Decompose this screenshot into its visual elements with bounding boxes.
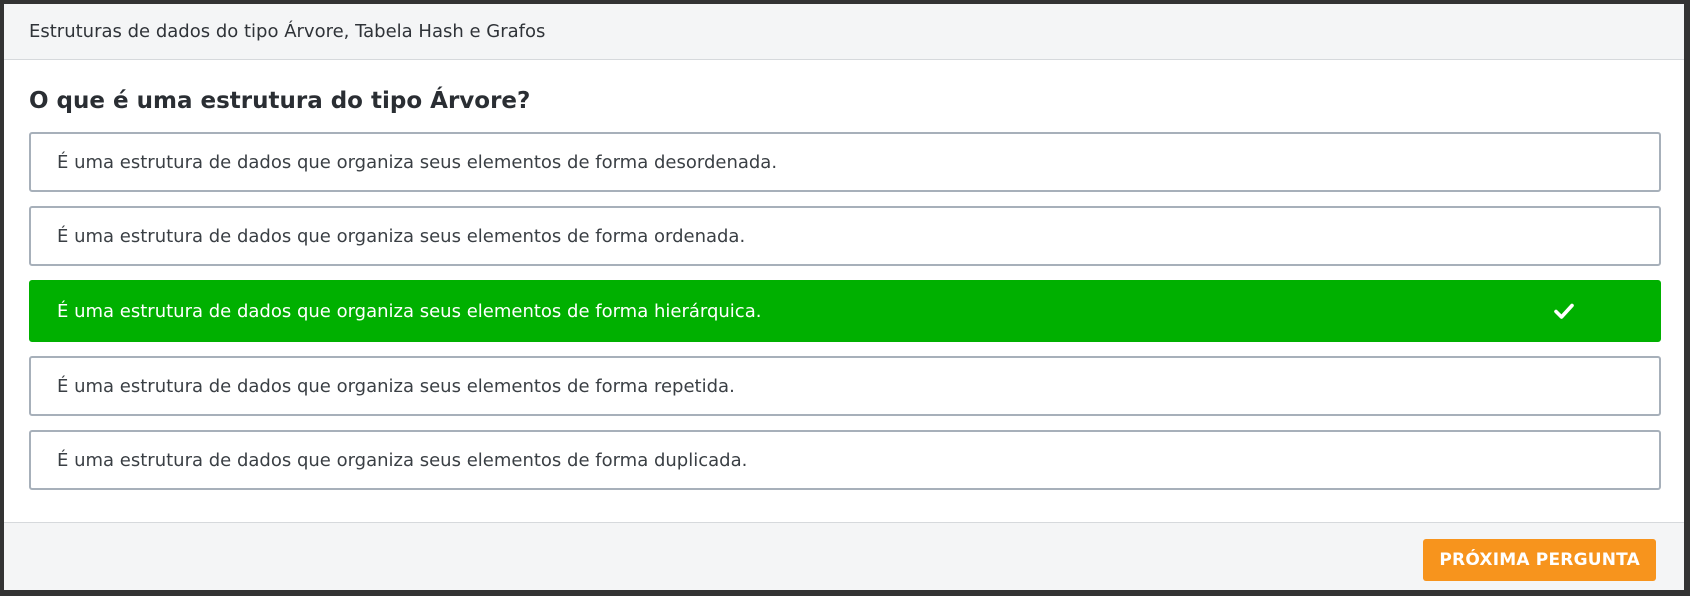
question-text: O que é uma estrutura do tipo Árvore?	[29, 88, 531, 114]
answer-option-label: É uma estrutura de dados que organiza se…	[57, 151, 778, 173]
quiz-body: O que é uma estrutura do tipo Árvore? É …	[4, 60, 1684, 522]
quiz-footer: PRÓXIMA PERGUNTA	[4, 522, 1684, 590]
answer-option-label: É uma estrutura de dados que organiza se…	[57, 449, 748, 471]
quiz-card: Estruturas de dados do tipo Árvore, Tabe…	[4, 4, 1684, 590]
answer-option-label: É uma estrutura de dados que organiza se…	[57, 225, 746, 247]
answer-option-label: É uma estrutura de dados que organiza se…	[57, 300, 762, 322]
answer-option-5[interactable]: É uma estrutura de dados que organiza se…	[29, 430, 1661, 490]
answer-option-4[interactable]: É uma estrutura de dados que organiza se…	[29, 356, 1661, 416]
answer-option-1[interactable]: É uma estrutura de dados que organiza se…	[29, 132, 1661, 192]
check-icon	[1553, 300, 1575, 322]
answer-option-2[interactable]: É uma estrutura de dados que organiza se…	[29, 206, 1661, 266]
course-title: Estruturas de dados do tipo Árvore, Tabe…	[29, 21, 546, 42]
next-question-button[interactable]: PRÓXIMA PERGUNTA	[1423, 539, 1656, 581]
answer-option-label: É uma estrutura de dados que organiza se…	[57, 375, 735, 397]
answer-options: É uma estrutura de dados que organiza se…	[29, 132, 1661, 504]
answer-option-3[interactable]: É uma estrutura de dados que organiza se…	[29, 280, 1661, 342]
quiz-header: Estruturas de dados do tipo Árvore, Tabe…	[4, 4, 1684, 60]
